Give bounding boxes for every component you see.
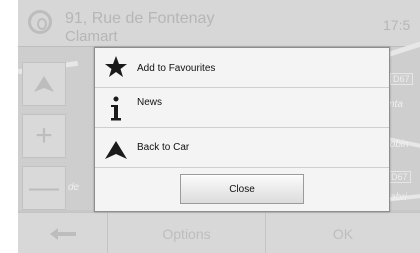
- options-button[interactable]: Options: [108, 213, 266, 253]
- menu-item-label: Add to Favourites: [137, 63, 216, 74]
- road-number: D67: [390, 73, 413, 85]
- nav-screen: 91, Rue de Fontenay Clamart 17:5 -Fonta …: [18, 0, 420, 253]
- north-button[interactable]: [22, 62, 66, 106]
- back-arrow-icon: [49, 227, 76, 240]
- zoom-in-button[interactable]: +: [22, 114, 66, 158]
- close-button[interactable]: Close: [180, 174, 304, 204]
- car-arrow-icon: [103, 137, 129, 163]
- menu-item-label: Back to Car: [137, 142, 190, 153]
- info-icon: [103, 96, 129, 122]
- menu-item-back-to-car[interactable]: Back to Car: [95, 128, 389, 168]
- close-area: Close: [95, 168, 389, 211]
- star-icon: [103, 54, 129, 80]
- clock: 17:5: [383, 17, 411, 33]
- location-pin-icon: [28, 10, 52, 34]
- road-number: D67: [388, 171, 411, 183]
- back-button[interactable]: [18, 213, 108, 253]
- context-menu-popup: Add to Favourites News Back to Car Close: [94, 47, 390, 212]
- header-bar: 91, Rue de Fontenay Clamart 17:5: [18, 0, 420, 47]
- menu-item-label: News: [137, 97, 163, 108]
- zoom-out-button[interactable]: —: [22, 166, 66, 210]
- ok-button[interactable]: OK: [266, 213, 420, 253]
- menu-item-add-favourites[interactable]: Add to Favourites: [95, 48, 389, 88]
- bottom-bar: Options OK: [18, 212, 420, 253]
- menu-item-news[interactable]: News: [95, 88, 389, 128]
- map-label: de: [68, 182, 80, 193]
- address-line2: Clamart: [65, 28, 118, 45]
- north-arrow-icon: [34, 76, 54, 92]
- address-line1: 91, Rue de Fontenay: [65, 10, 215, 27]
- stage: 91, Rue de Fontenay Clamart 17:5 -Fonta …: [0, 0, 420, 253]
